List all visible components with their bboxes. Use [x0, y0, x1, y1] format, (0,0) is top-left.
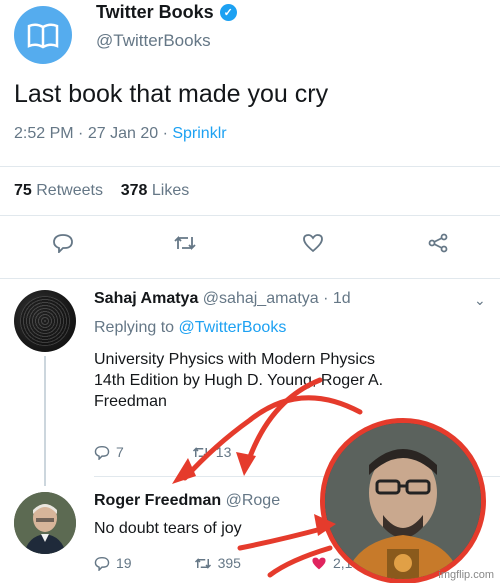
- watermark: imgflip.com: [438, 569, 494, 581]
- red-arrows: [172, 377, 363, 578]
- arrow-3: [237, 525, 328, 551]
- arrow-2: [245, 377, 323, 465]
- arrow-2-head: [236, 452, 256, 476]
- arrow-1: [182, 395, 363, 481]
- arrow-4: [267, 545, 333, 578]
- arrow-3-head: [314, 514, 336, 536]
